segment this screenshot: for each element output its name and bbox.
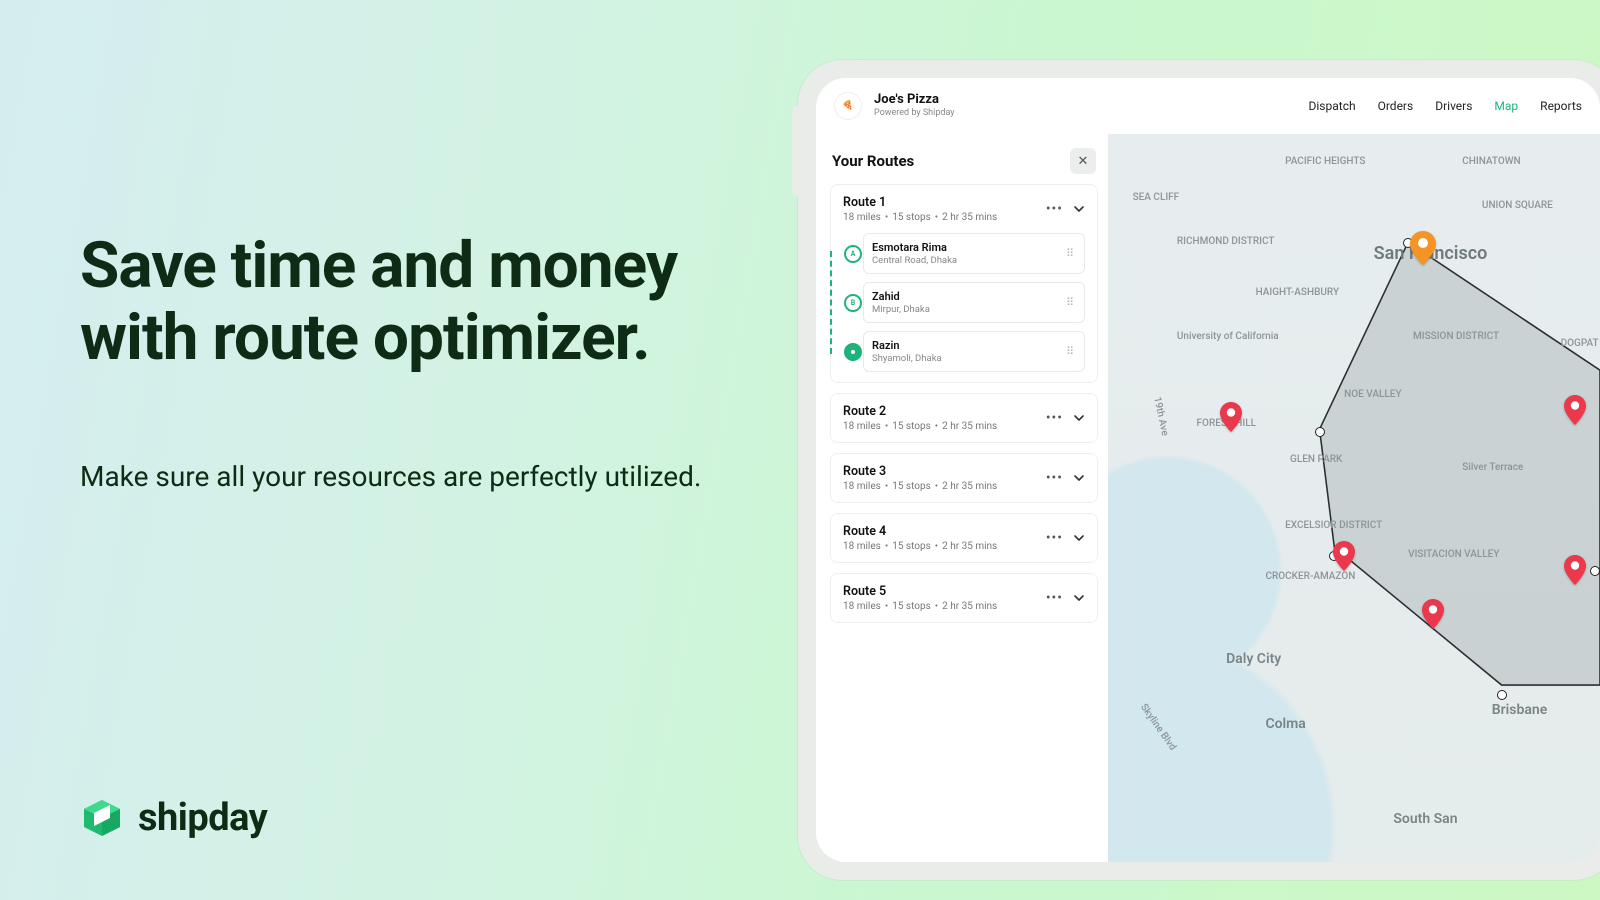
map-pin[interactable] (1333, 541, 1355, 571)
route-name: Route 2 (843, 404, 1046, 419)
hero-headline: Save time and money with route optimizer… (80, 230, 760, 373)
route-card[interactable]: Route 2 18 miles•15 stops•2 hr 35 mins •… (830, 393, 1098, 443)
stop-name: Zahid (872, 290, 930, 303)
drag-handle-icon[interactable]: ⠿ (1066, 299, 1076, 306)
route-stop[interactable]: B Zahid Mirpur, Dhaka ⠿ (863, 282, 1085, 323)
map-label: Silver Terrace (1462, 462, 1523, 473)
nav-drivers[interactable]: Drivers (1435, 99, 1472, 113)
route-more-button[interactable]: ••• (1046, 475, 1063, 481)
stop-node-icon (844, 343, 862, 361)
route-more-button[interactable]: ••• (1046, 595, 1063, 601)
route-meta: 18 miles•15 stops•2 hr 35 mins (843, 421, 1046, 432)
route-more-button[interactable]: ••• (1046, 415, 1063, 421)
hero-subhead: Make sure all your resources are perfect… (80, 460, 780, 493)
polygon-handle[interactable] (1497, 690, 1507, 700)
route-card[interactable]: Route 1 18 miles•15 stops•2 hr 35 mins •… (830, 184, 1098, 383)
chevron-down-icon (1073, 472, 1085, 484)
route-meta: 18 miles•15 stops•2 hr 35 mins (843, 212, 1046, 223)
nav-map[interactable]: Map (1494, 99, 1518, 113)
drag-handle-icon[interactable]: ⠿ (1066, 250, 1076, 257)
chevron-down-icon (1073, 203, 1085, 215)
map-label: UNION SQUARE (1482, 200, 1553, 211)
map-label: Daly City (1226, 651, 1281, 667)
stop-node-icon: A (844, 245, 862, 263)
app-screen: 🍕 Joe's Pizza Powered by Shipday Dispatc… (816, 78, 1600, 862)
tablet-device-frame: 🍕 Joe's Pizza Powered by Shipday Dispatc… (798, 60, 1600, 880)
route-expand-button[interactable] (1073, 592, 1085, 604)
chevron-down-icon (1073, 532, 1085, 544)
store-logo-icon: 🍕 (834, 92, 862, 120)
route-stop[interactable]: A Esmotara Rima Central Road, Dhaka ⠿ (863, 233, 1085, 274)
map-label: Brisbane (1492, 702, 1548, 718)
map-label: DOGPAT (1561, 338, 1599, 349)
map-pin[interactable] (1220, 402, 1242, 432)
chevron-down-icon (1073, 412, 1085, 424)
panel-close-button[interactable]: ✕ (1070, 148, 1096, 174)
panel-title: Your Routes (832, 152, 914, 170)
map-label: HAIGHT-ASHBURY (1256, 287, 1340, 298)
brand-lockup: shipday (80, 796, 267, 840)
nav-orders[interactable]: Orders (1378, 99, 1414, 113)
brand-logo-icon (80, 796, 124, 840)
route-name: Route 4 (843, 524, 1046, 539)
route-name: Route 3 (843, 464, 1046, 479)
map-label: University of California (1177, 331, 1279, 342)
map-label: RICHMOND DISTRICT (1177, 236, 1275, 247)
route-meta: 18 miles•15 stops•2 hr 35 mins (843, 541, 1046, 552)
nav-reports[interactable]: Reports (1540, 99, 1582, 113)
nav-dispatch[interactable]: Dispatch (1309, 99, 1356, 113)
route-collapse-button[interactable] (1073, 203, 1085, 215)
app-topbar: 🍕 Joe's Pizza Powered by Shipday Dispatc… (816, 78, 1600, 135)
route-meta: 18 miles•15 stops•2 hr 35 mins (843, 481, 1046, 492)
store-name: Joe's Pizza (874, 93, 955, 108)
store-subtitle: Powered by Shipday (874, 108, 955, 118)
route-expand-button[interactable] (1073, 472, 1085, 484)
route-more-button[interactable]: ••• (1046, 535, 1063, 541)
map-label: PACIFIC HEIGHTS (1285, 156, 1365, 167)
route-card[interactable]: Route 3 18 miles•15 stops•2 hr 35 mins •… (830, 453, 1098, 503)
map-pin[interactable] (1422, 599, 1444, 629)
chevron-down-icon (1073, 592, 1085, 604)
route-meta: 18 miles•15 stops•2 hr 35 mins (843, 601, 1046, 612)
map-label: CROCKER-AMAZON (1265, 571, 1355, 582)
map-pin[interactable] (1564, 555, 1586, 585)
close-icon: ✕ (1078, 154, 1089, 169)
map-label: EXCELSIOR DISTRICT (1285, 520, 1382, 531)
polygon-handle[interactable] (1590, 566, 1600, 576)
route-card[interactable]: Route 4 18 miles•15 stops•2 hr 35 mins •… (830, 513, 1098, 563)
route-name: Route 1 (843, 195, 1046, 210)
map-label: South San (1393, 811, 1457, 827)
route-name: Route 5 (843, 584, 1046, 599)
map-label: VISITACION VALLEY (1408, 549, 1499, 560)
stop-name: Razin (872, 339, 942, 352)
map-label: MISSION DISTRICT (1413, 331, 1499, 342)
route-expand-button[interactable] (1073, 412, 1085, 424)
drag-handle-icon[interactable]: ⠿ (1066, 348, 1076, 355)
brand-wordmark: shipday (138, 796, 267, 840)
map-canvas[interactable]: San Francisco Daly City Colma Brisbane S… (1108, 134, 1600, 862)
stop-address: Central Road, Dhaka (872, 255, 957, 266)
stop-address: Shyamoli, Dhaka (872, 353, 942, 364)
map-label: SEA CLIFF (1133, 192, 1180, 203)
map-label: Colma (1265, 716, 1305, 732)
route-card[interactable]: Route 5 18 miles•15 stops•2 hr 35 mins •… (830, 573, 1098, 623)
map-pin-origin[interactable] (1410, 231, 1436, 265)
polygon-handle[interactable] (1315, 427, 1325, 437)
route-stop[interactable]: Razin Shyamoli, Dhaka ⠿ (863, 331, 1085, 372)
route-expand-button[interactable] (1073, 532, 1085, 544)
map-label: CHINATOWN (1462, 156, 1520, 167)
map-pin[interactable] (1564, 395, 1586, 425)
stop-name: Esmotara Rima (872, 241, 957, 254)
map-label: NOE VALLEY (1344, 389, 1401, 400)
stop-address: Mirpur, Dhaka (872, 304, 930, 315)
route-more-button[interactable]: ••• (1046, 206, 1063, 212)
map-label: GLEN PARK (1290, 454, 1342, 465)
top-nav: Dispatch Orders Drivers Map Reports (1309, 99, 1582, 113)
stop-node-icon: B (844, 294, 862, 312)
routes-panel: Your Routes ✕ Route 1 18 miles•15 stops•… (816, 134, 1108, 862)
